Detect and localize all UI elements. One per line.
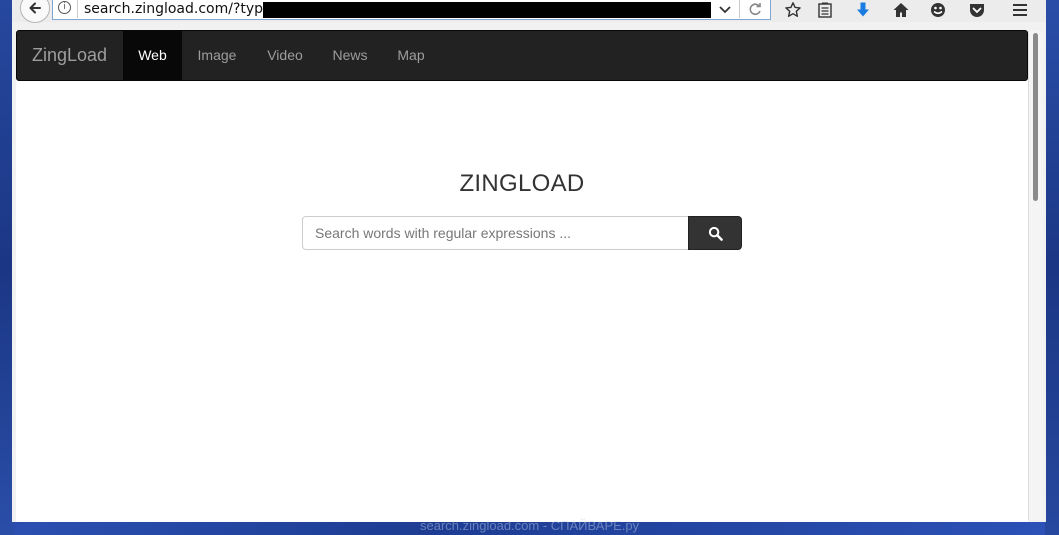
reading-list-icon[interactable] <box>814 0 836 20</box>
menu-icon[interactable] <box>1009 0 1031 20</box>
watermark-text: search.zingload.com - СПАЙВАРЕ.ру <box>420 518 639 533</box>
url-separator <box>77 0 78 18</box>
info-icon[interactable]: i <box>58 1 71 14</box>
brand-logo[interactable]: ZingLoad <box>32 31 107 80</box>
nav-web[interactable]: Web <box>123 31 182 80</box>
star-icon[interactable] <box>782 0 804 20</box>
site-navbar: ZingLoad Web Image Video News Map <box>16 30 1028 81</box>
back-button[interactable] <box>20 0 50 23</box>
search-icon <box>708 226 723 241</box>
nav-news[interactable]: News <box>324 31 376 80</box>
reload-icon[interactable] <box>747 1 763 17</box>
page-viewport: ZingLoad Web Image Video News Map ZINGLO… <box>16 30 1028 522</box>
browser-toolbar: i search.zingload.com/?type= <box>12 0 1046 23</box>
nav-image[interactable]: Image <box>187 31 247 80</box>
arrow-left-icon <box>29 2 41 14</box>
page-title: ZINGLOAD <box>459 170 585 197</box>
smiley-icon[interactable] <box>927 0 949 20</box>
search-button[interactable] <box>688 216 742 250</box>
nav-map[interactable]: Map <box>389 31 433 80</box>
pocket-icon[interactable] <box>966 0 988 20</box>
search-input[interactable] <box>302 216 689 250</box>
browser-window: i search.zingload.com/?type= ZingLoad We… <box>12 0 1046 522</box>
vertical-scrollbar[interactable] <box>1028 31 1043 520</box>
scrollbar-thumb[interactable] <box>1033 33 1038 201</box>
url-text[interactable]: search.zingload.com/?type= <box>84 0 283 18</box>
url-redaction <box>263 2 711 18</box>
home-icon[interactable] <box>890 0 912 20</box>
url-separator-2 <box>739 0 740 18</box>
download-icon[interactable] <box>852 0 874 20</box>
nav-video[interactable]: Video <box>257 31 313 80</box>
url-bar[interactable]: i search.zingload.com/?type= <box>52 0 771 20</box>
desktop-right-edge <box>1045 0 1059 535</box>
chevron-down-icon[interactable] <box>716 0 734 18</box>
